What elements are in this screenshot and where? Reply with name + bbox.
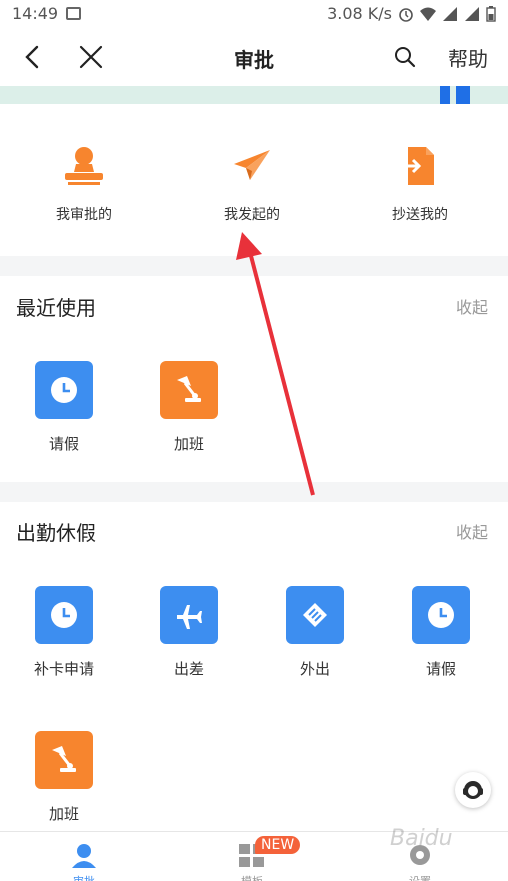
- entry-label: 抄送我的: [392, 207, 448, 223]
- paper-plane-icon: [234, 150, 270, 180]
- app-label: 出差: [173, 660, 204, 678]
- watermark: Baidu: [390, 826, 453, 851]
- network-speed: 3.08 K/s: [327, 4, 392, 23]
- gallery-notification-icon: [66, 7, 81, 20]
- tab-approval[interactable]: 审批: [44, 842, 124, 881]
- recent-section-title: 最近使用: [16, 296, 96, 320]
- entry-my-approvals[interactable]: 我审批的: [14, 144, 154, 224]
- entry-label: 我发起的: [224, 207, 280, 223]
- app-label: 加班: [173, 435, 204, 453]
- handshake-icon: [303, 603, 327, 627]
- app-leave[interactable]: 请假: [391, 586, 491, 679]
- screen: 14:49 3.08 K/s 审批 帮助 我审批的 我发起的 抄送我的 最近使用…: [0, 0, 508, 881]
- person-icon: [72, 844, 96, 868]
- app-label: 补卡申请: [33, 660, 94, 678]
- entry-cc-to-me[interactable]: 抄送我的: [350, 144, 490, 224]
- app-label: 请假: [48, 435, 79, 453]
- desk-lamp-icon: [177, 376, 201, 402]
- tab-label: 模板: [212, 873, 292, 881]
- app-leave[interactable]: 请假: [14, 361, 114, 454]
- cell-signal-2-icon: [465, 6, 479, 21]
- stamp-icon: [65, 147, 103, 185]
- app-tile: [35, 586, 93, 644]
- banner-graphic: [440, 86, 450, 104]
- headset-icon: [463, 781, 483, 799]
- attendance-section-title: 出勤休假: [16, 521, 96, 545]
- attendance-collapse-button[interactable]: 收起: [456, 519, 488, 543]
- entry-label: 我审批的: [56, 207, 112, 223]
- recent-collapse-button[interactable]: 收起: [456, 294, 488, 318]
- app-overtime[interactable]: 加班: [14, 731, 114, 824]
- clock-icon: [51, 602, 77, 628]
- banner-strip[interactable]: [0, 86, 508, 104]
- app-clock-in-correction[interactable]: 补卡申请: [14, 586, 114, 679]
- app-label: 请假: [425, 660, 456, 678]
- document-import-icon: [400, 147, 434, 185]
- page-title: 审批: [234, 48, 274, 72]
- search-icon[interactable]: [394, 46, 416, 68]
- alarm-icon: [399, 7, 413, 22]
- app-tile: [35, 361, 93, 419]
- status-bar: 14:49 3.08 K/s: [0, 0, 508, 30]
- help-button[interactable]: 帮助: [448, 43, 488, 72]
- new-badge: NEW: [255, 836, 301, 854]
- desk-lamp-icon: [52, 746, 76, 772]
- app-business-trip[interactable]: 出差: [139, 586, 239, 679]
- entry-initiated-by-me[interactable]: 我发起的: [182, 144, 322, 224]
- app-label: 外出: [299, 660, 330, 678]
- tab-label: 审批: [44, 873, 124, 881]
- section-divider: [0, 256, 508, 276]
- app-tile: [35, 731, 93, 789]
- status-right: 3.08 K/s: [327, 4, 496, 23]
- app-label: 加班: [48, 805, 79, 823]
- app-overtime[interactable]: 加班: [139, 361, 239, 454]
- tab-label: 设置: [380, 873, 460, 881]
- app-tile: [412, 586, 470, 644]
- top-navigation-bar: 审批 帮助: [0, 30, 508, 86]
- app-go-out[interactable]: 外出: [265, 586, 365, 679]
- wifi-icon: [420, 7, 436, 21]
- airplane-icon: [177, 605, 202, 629]
- section-divider: [0, 482, 508, 502]
- cell-signal-icon: [443, 6, 457, 21]
- clock-icon: [51, 377, 77, 403]
- approval-shortcuts: 我审批的 我发起的 抄送我的: [0, 104, 508, 256]
- status-time: 14:49: [12, 4, 59, 23]
- app-tile: [286, 586, 344, 644]
- clock-icon: [428, 602, 454, 628]
- customer-service-button[interactable]: [455, 772, 491, 808]
- battery-icon: [486, 5, 496, 22]
- app-tile: [160, 361, 218, 419]
- app-tile: [160, 586, 218, 644]
- banner-graphic-2: [456, 86, 470, 104]
